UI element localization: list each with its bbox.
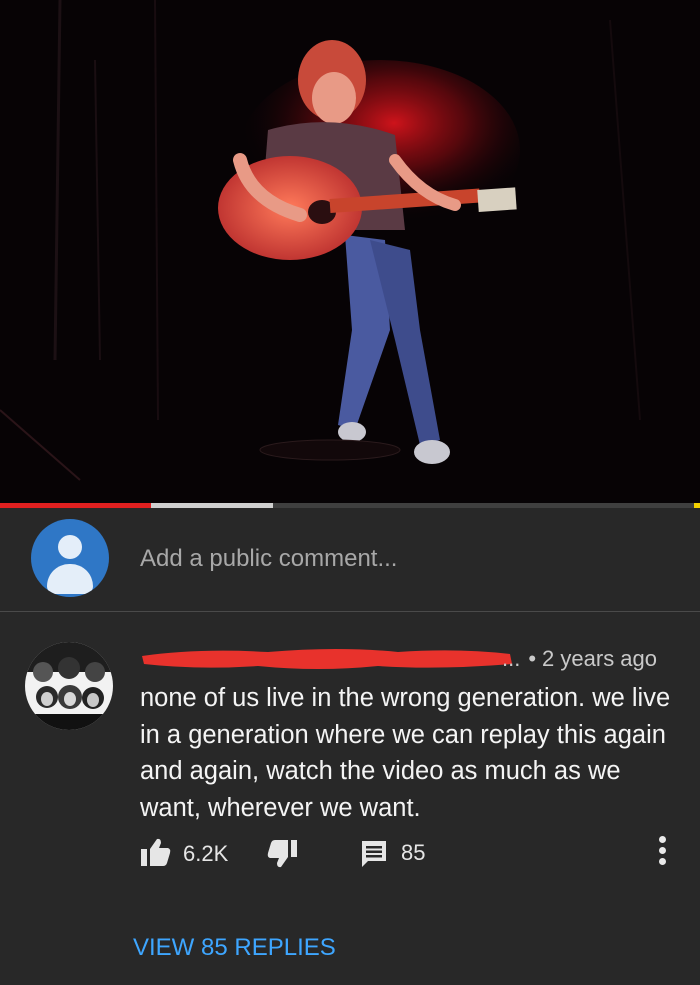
default-user-icon (31, 519, 109, 597)
like-count: 6.2K (183, 841, 229, 866)
thumbs-down-icon[interactable] (266, 839, 298, 874)
add-comment-row: Add a public comment... (0, 508, 700, 612)
avatar-head (58, 535, 82, 559)
reply-count: 85 (401, 840, 426, 865)
video-frame (0, 0, 700, 503)
author-ellipsis: ... (502, 646, 521, 671)
thumbs-up-icon[interactable] (140, 837, 172, 872)
add-comment-input[interactable]: Add a public comment... (140, 540, 660, 578)
more-dot (658, 836, 666, 843)
commenter-avatar[interactable] (25, 642, 113, 730)
comment-item: ... • 2 years ago none of us live in the w… (0, 612, 700, 985)
more-vert-icon[interactable] (654, 836, 670, 872)
comment-time: 2 years ago (542, 646, 658, 671)
reply-icon[interactable] (360, 839, 388, 874)
view-replies-button[interactable]: VIEW 85 REPLIES (133, 930, 336, 966)
redacted-author-name (142, 649, 512, 669)
comment-text: none of us live in the wrong generation.… (140, 684, 671, 822)
meta-separator: • (528, 646, 537, 671)
avatar-body (47, 564, 93, 594)
comment-actions: 6.2K 85 (0, 834, 700, 874)
video-player[interactable] (0, 0, 700, 503)
more-dot (658, 858, 666, 865)
comment-meta: ... • 2 years ago (502, 644, 657, 674)
more-dot (658, 847, 666, 854)
commenter-avatar-image (25, 642, 113, 730)
